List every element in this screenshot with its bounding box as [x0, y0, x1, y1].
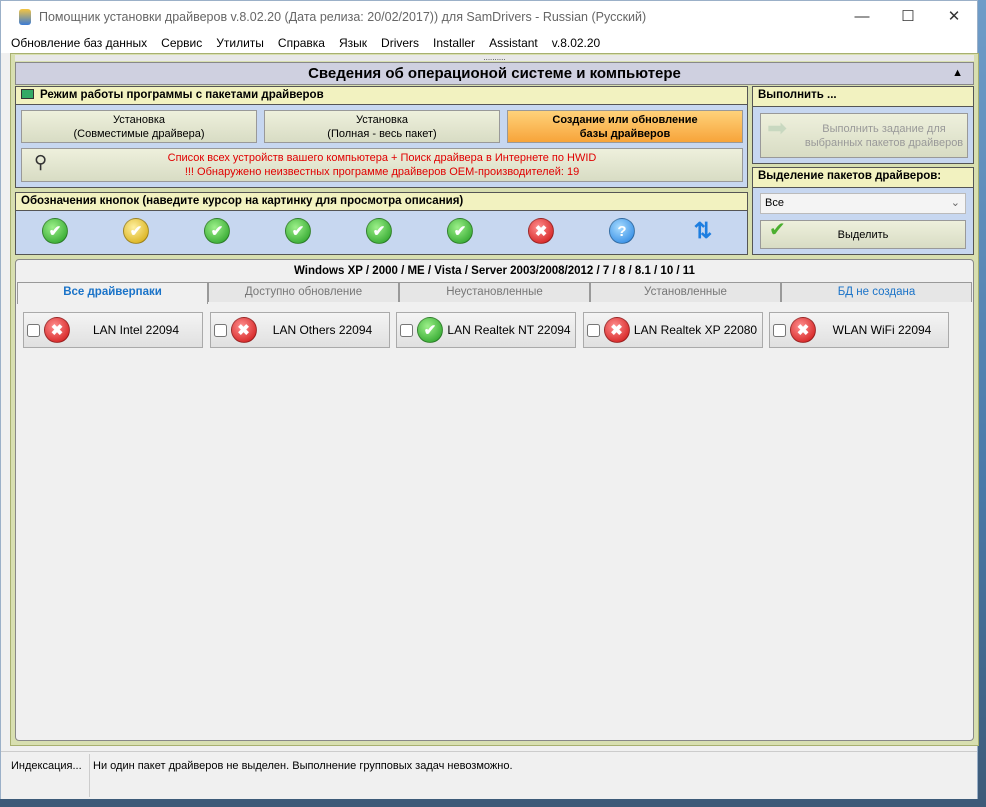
update-icon: ✔ [417, 317, 443, 343]
driver-pack-item[interactable]: ✖ LAN Realtek XP 22080 [582, 312, 763, 348]
execute-header: Выполнить ... [753, 87, 973, 107]
pack-checkbox[interactable] [400, 323, 413, 337]
title-bar: Помощник установки драйверов v.8.02.20 (… [1, 1, 977, 33]
chevron-down-icon: ⌄ [950, 197, 960, 209]
warning-icon[interactable]: ✔ [123, 218, 149, 244]
pack-checkbox[interactable] [213, 323, 227, 337]
pack-label: LAN Others 22094 [272, 323, 373, 337]
not-installed-icon[interactable]: ✖ [528, 218, 554, 244]
status-message: Ни один пакет драйверов не выделен. Выпо… [93, 760, 513, 772]
pack-checkbox[interactable] [27, 323, 40, 337]
status-bar: Индексация... Ни один пакет драйверов не… [1, 751, 977, 799]
selection-dropdown[interactable]: Все ⌄ [760, 193, 966, 214]
app-window: Помощник установки драйверов v.8.02.20 (… [0, 0, 979, 799]
update-warning-icon[interactable]: ✔ [366, 218, 392, 244]
pack-label: LAN Realtek XP 22080 [633, 323, 758, 337]
menu-help[interactable]: Справка [278, 36, 325, 50]
error-icon: ✖ [790, 317, 816, 343]
selection-header: Выделение пакетов драйверов: [753, 168, 973, 188]
error-icon: ✖ [603, 317, 630, 343]
tab-all-packs[interactable]: Все драйверпаки [17, 282, 208, 304]
hint-icon[interactable]: ✔ [285, 218, 311, 244]
menu-language[interactable]: Язык [339, 36, 367, 50]
pack-label: WLAN WiFi 22094 [832, 323, 932, 337]
execute-panel: Выполнить ... ➡ Выполнить задание для вы… [752, 86, 974, 164]
binoculars-icon: ⚲ [34, 152, 48, 172]
unknown-icon[interactable]: ? [609, 218, 635, 244]
install-full-button[interactable]: Установка (Полная - весь пакет) [264, 110, 500, 143]
create-db-button[interactable]: Создание или обновление базы драйверов [507, 110, 743, 143]
legend-header: Обозначения кнопок (наведите курсор на к… [16, 193, 747, 211]
menu-utilities[interactable]: Утилиты [216, 36, 264, 50]
app-icon [19, 9, 31, 25]
status-indexing: Индексация... [11, 760, 82, 772]
pack-label: LAN Realtek NT 22094 [447, 323, 571, 337]
os-list: Windows XP / 2000 / ME / Vista / Server … [294, 265, 695, 277]
legend-panel: Обозначения кнопок (наведите курсор на к… [15, 192, 748, 255]
tab-update-available[interactable]: Доступно обновление [208, 282, 399, 302]
selection-panel: Выделение пакетов драйверов: Все ⌄ ✔ Выде… [752, 167, 974, 255]
driver-pack-item[interactable]: ✖ LAN Others 22094 [209, 312, 390, 348]
menu-update-db[interactable]: Обновление баз данных [11, 36, 147, 50]
page-title: Сведения об операционой системе и компью… [308, 65, 681, 82]
menu-installer[interactable]: Installer [433, 36, 475, 50]
mode-panel: Режим работы программы с пакетами драйве… [15, 86, 748, 188]
execute-task-button[interactable]: ➡ Выполнить задание для выбранных пакето… [760, 113, 968, 158]
menu-service[interactable]: Сервис [161, 36, 202, 50]
checkmark-icon: ✔ [769, 219, 786, 241]
chip-icon [21, 89, 34, 99]
menu-version[interactable]: v.8.02.20 [552, 36, 600, 50]
tab-not-installed[interactable]: Неустановленные [399, 282, 590, 302]
pack-label: LAN Intel 22094 [92, 323, 180, 337]
install-compatible-button[interactable]: Установка (Совместимые драйвера) [21, 110, 257, 143]
installed-ok-icon[interactable]: ✔ [42, 218, 68, 244]
driver-pack-item[interactable]: ✖ LAN Intel 22094 [23, 312, 203, 348]
maximize-button[interactable]: ☐ [885, 1, 931, 31]
pack-checkbox[interactable] [773, 323, 786, 337]
error-icon: ✖ [230, 317, 257, 343]
collapse-icon[interactable]: ▲ [952, 63, 963, 84]
refresh-icon[interactable]: ⇅ [690, 218, 716, 244]
tab-db-not-created[interactable]: БД не создана [781, 282, 972, 302]
mode-panel-header: Режим работы программы с пакетами драйве… [16, 87, 747, 105]
mode-panel-title: Режим работы программы с пакетами драйве… [40, 89, 324, 101]
hwid-search-button[interactable]: ⚲ Список всех устройств вашего компьютер… [21, 148, 743, 182]
select-button[interactable]: ✔ Выделить [760, 220, 966, 249]
minimize-button[interactable]: — [839, 1, 885, 31]
close-button[interactable]: ✕ [931, 1, 977, 31]
menu-assistant[interactable]: Assistant [489, 36, 538, 50]
update-available-icon[interactable]: ✔ [204, 218, 230, 244]
menu-bar: Обновление баз данных Сервис Утилиты Спр… [1, 33, 977, 53]
driver-pack-item[interactable]: ✖ WLAN WiFi 22094 [769, 312, 949, 348]
main-frame: .......... Сведения об операционой систе… [10, 53, 979, 746]
arrow-right-icon: ➡ [767, 115, 788, 142]
error-icon: ✖ [44, 317, 70, 343]
window-title: Помощник установки драйверов v.8.02.20 (… [39, 10, 647, 24]
driver-pack-item[interactable]: ✔ LAN Realtek NT 22094 [396, 312, 576, 348]
tab-installed[interactable]: Установленные [590, 282, 781, 302]
splitter-handle[interactable]: .......... [15, 54, 974, 62]
menu-drivers[interactable]: Drivers [381, 36, 419, 50]
drivers-tab-panel: Windows XP / 2000 / ME / Vista / Server … [15, 259, 974, 741]
system-info-header[interactable]: Сведения об операционой системе и компью… [15, 62, 974, 85]
pack-checkbox[interactable] [586, 323, 600, 337]
hint-warning-icon[interactable]: ✔ [447, 218, 473, 244]
